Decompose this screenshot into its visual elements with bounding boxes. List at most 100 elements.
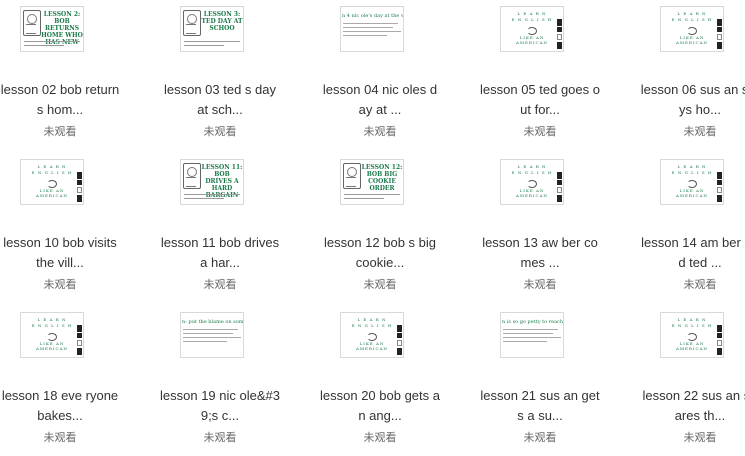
sidebar-block [717, 195, 722, 202]
sidebar-block [557, 187, 562, 193]
text-line [343, 35, 387, 36]
sidebar-block [77, 187, 82, 193]
lesson-card[interactable]: L E A R NE N G L I S H LIKE AN AMERICAN les… [480, 0, 600, 150]
brand-wordmark: L E A R N [37, 317, 67, 322]
text-line [184, 198, 224, 199]
watch-status: 未观看 [203, 432, 237, 444]
lesson-card[interactable]: L E A R NE N G L I S H LIKE AN AMERICAN les… [480, 153, 600, 303]
lesson-thumbnail[interactable]: L E A R NE N G L I S H LIKE AN AMERICAN [340, 312, 404, 358]
video-grid: LESSON 2: BOB RETURNS HOME WHO HAS NEW le… [0, 0, 745, 456]
lesson-thumbnail[interactable]: L E A R NE N G L I S H LIKE AN AMERICAN [20, 312, 84, 358]
sidebar-block [717, 187, 722, 193]
sidebar-block [77, 172, 82, 179]
thumbnail-heading: n: put the blame on someone [182, 319, 244, 325]
lesson-title[interactable]: lesson 11 bob drives a har... [160, 233, 280, 273]
brand-wordmark: AMERICAN [36, 193, 68, 198]
lesson-thumbnail[interactable]: L E A R NE N G L I S H LIKE AN AMERICAN [660, 159, 724, 205]
sidebar-block [717, 172, 722, 179]
brand-wordmark: E N G L I S H [671, 323, 713, 328]
logo-icon [47, 333, 57, 341]
sidebar-block [557, 172, 562, 179]
lesson-thumbnail[interactable]: n: put the blame on someone [180, 312, 244, 358]
lesson-title[interactable]: lesson 13 aw ber comes ... [480, 233, 600, 273]
text-line [24, 45, 64, 46]
text-line [24, 41, 80, 42]
watch-status: 未观看 [523, 126, 557, 138]
lesson-card[interactable]: L E A R NE N G L I S H LIKE AN AMERICAN les… [0, 153, 120, 303]
lesson-title[interactable]: lesson 02 bob returns hom... [0, 80, 120, 120]
text-line [503, 333, 553, 334]
logo-icon [687, 180, 697, 188]
lesson-thumbnail[interactable]: n is so go petty to reach with [500, 312, 564, 358]
lesson-card[interactable]: L E A R NE N G L I S H LIKE AN AMERICAN les… [0, 306, 120, 456]
sidebar-block [717, 180, 722, 185]
lesson-card[interactable]: n: put the blame on someone lesson 19 nic… [160, 306, 280, 456]
lesson-card[interactable]: L E A R NE N G L I S H LIKE AN AMERICAN les… [640, 153, 745, 303]
lesson-card[interactable]: LESSON 2: BOB RETURNS HOME WHO HAS NEW le… [0, 0, 120, 150]
text-line [344, 198, 384, 199]
lesson-thumbnail[interactable]: LESSON 2: BOB RETURNS HOME WHO HAS NEW [20, 6, 84, 52]
sidebar-block [717, 340, 722, 346]
illustration-icon [183, 10, 201, 36]
lesson-thumbnail[interactable]: LESSON 3: TED DAY AT SCHOO [180, 6, 244, 52]
brand-wordmark: AMERICAN [356, 346, 388, 351]
brand-wordmark: E N G L I S H [671, 17, 713, 22]
text-line [344, 194, 400, 195]
lesson-thumbnail[interactable]: LESSON 11: BOB DRIVES A HARD BARGAIN [180, 159, 244, 205]
lesson-card[interactable]: n is so go petty to reach with lesson 21 … [480, 306, 600, 456]
brand-wordmark: L E A R N [677, 317, 707, 322]
watch-status: 未观看 [43, 279, 77, 291]
lesson-card[interactable]: LESSON 3: TED DAY AT SCHOO lesson 03 ted … [160, 0, 280, 150]
lesson-thumbnail[interactable]: L E A R NE N G L I S H LIKE AN AMERICAN [20, 159, 84, 205]
lesson-thumbnail[interactable]: L E A R NE N G L I S H LIKE AN AMERICAN [660, 312, 724, 358]
lesson-card[interactable]: n 4 nic ole's day at the work lesson 04 n… [320, 0, 440, 150]
sidebar-block [717, 333, 722, 338]
text-line [183, 329, 238, 330]
sidebar-block [717, 19, 722, 26]
lesson-title[interactable]: lesson 18 eve ryone bakes... [0, 386, 120, 426]
illustration-icon [23, 10, 41, 36]
sidebar-block [557, 180, 562, 185]
sidebar-block [717, 34, 722, 40]
text-line [503, 329, 558, 330]
sidebar-block [77, 180, 82, 185]
lesson-title[interactable]: lesson 14 am ber and ted ... [640, 233, 745, 273]
lesson-thumbnail[interactable]: LESSON 12: BOB BIG COOKIE ORDER [340, 159, 404, 205]
lesson-card[interactable]: L E A R NE N G L I S H LIKE AN AMERICAN les… [640, 0, 745, 150]
lesson-title[interactable]: lesson 21 sus an gets a su... [480, 386, 600, 426]
brand-wordmark: E N G L I S H [511, 170, 553, 175]
logo-icon [527, 180, 537, 188]
lesson-thumbnail[interactable]: n 4 nic ole's day at the work [340, 6, 404, 52]
watch-status: 未观看 [43, 126, 77, 138]
brand-wordmark: AMERICAN [516, 193, 548, 198]
lesson-title[interactable]: lesson 05 ted goes out for... [480, 80, 600, 120]
logo-icon [687, 333, 697, 341]
lesson-title[interactable]: lesson 22 sus an shares th... [640, 386, 745, 426]
lesson-title[interactable]: lesson 06 sus an stays ho... [640, 80, 745, 120]
sidebar-block [717, 42, 722, 49]
brand-wordmark: AMERICAN [676, 40, 708, 45]
text-line [183, 333, 233, 334]
sidebar-block [557, 34, 562, 40]
lesson-title[interactable]: lesson 10 bob visits the vill... [0, 233, 120, 273]
lesson-thumbnail[interactable]: L E A R NE N G L I S H LIKE AN AMERICAN [660, 6, 724, 52]
lesson-card[interactable]: L E A R NE N G L I S H LIKE AN AMERICAN les… [640, 306, 745, 456]
brand-wordmark: L E A R N [37, 164, 67, 169]
thumbnail-heading: LESSON 3: TED DAY AT SCHOO [201, 11, 243, 32]
lesson-thumbnail[interactable]: L E A R NE N G L I S H LIKE AN AMERICAN [500, 159, 564, 205]
lesson-title[interactable]: lesson 03 ted s day at sch... [160, 80, 280, 120]
brand-wordmark: E N G L I S H [351, 323, 393, 328]
sidebar-block [77, 348, 82, 355]
lesson-title[interactable]: lesson 04 nic oles day at ... [320, 80, 440, 120]
lesson-thumbnail[interactable]: L E A R NE N G L I S H LIKE AN AMERICAN [500, 6, 564, 52]
lesson-title[interactable]: lesson 12 bob s big cookie... [320, 233, 440, 273]
lesson-card[interactable]: LESSON 12: BOB BIG COOKIE ORDER lesson 12… [320, 153, 440, 303]
lesson-title[interactable]: lesson 20 bob gets an ang... [320, 386, 440, 426]
lesson-card[interactable]: LESSON 11: BOB DRIVES A HARD BARGAIN less… [160, 153, 280, 303]
text-line [343, 27, 393, 28]
sidebar-block [717, 27, 722, 32]
sidebar-block [397, 348, 402, 355]
lesson-title[interactable]: lesson 19 nic ole&#39;s c... [160, 386, 280, 426]
lesson-card[interactable]: L E A R NE N G L I S H LIKE AN AMERICAN les… [320, 306, 440, 456]
brand-wordmark: E N G L I S H [511, 17, 553, 22]
